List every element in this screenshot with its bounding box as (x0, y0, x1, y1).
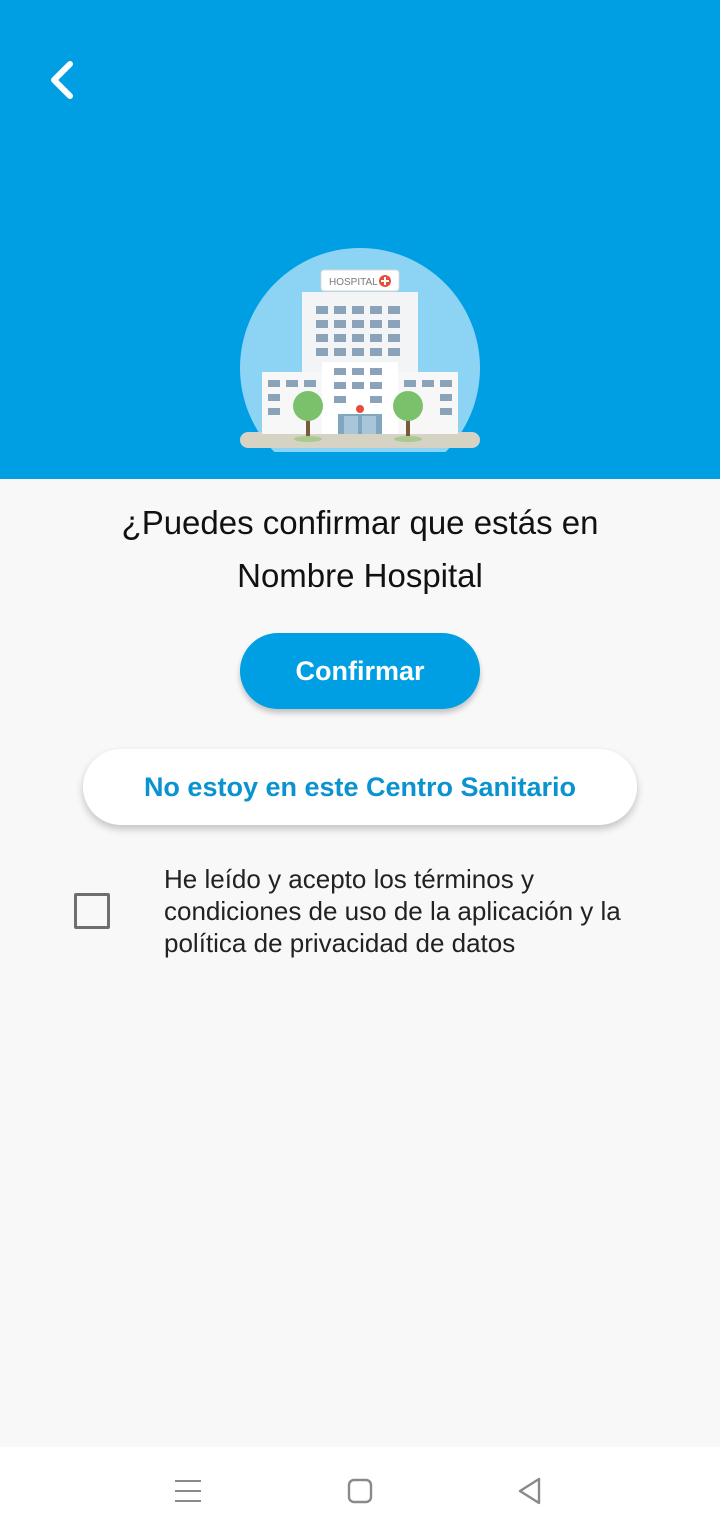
nav-home-button[interactable] (338, 1469, 382, 1513)
home-square-icon (347, 1478, 373, 1504)
hospital-illustration: HOSPITAL (240, 248, 480, 452)
chevron-left-icon (51, 61, 73, 99)
confirm-button[interactable]: Confirmar (240, 633, 480, 709)
terms-label: He leído y acepto los términos y condici… (164, 864, 621, 958)
hospital-name: Nombre Hospital (237, 557, 483, 594)
back-triangle-icon (518, 1477, 541, 1505)
not-in-center-button[interactable]: No estoy en este Centro Sanitario (83, 749, 637, 825)
nav-back-button[interactable] (508, 1469, 552, 1513)
confirmation-question: ¿Puedes confirmar que estás en Nombre Ho… (40, 496, 680, 602)
header-banner: HOSPITAL (0, 0, 720, 479)
system-navigation-bar (0, 1447, 720, 1535)
nav-menu-button[interactable] (166, 1469, 210, 1513)
terms-checkbox[interactable] (74, 893, 110, 929)
hospital-sign-text: HOSPITAL (329, 277, 378, 288)
question-line-1: ¿Puedes confirmar que estás en (121, 504, 599, 541)
menu-icon (175, 1480, 201, 1502)
back-button[interactable] (34, 52, 90, 108)
